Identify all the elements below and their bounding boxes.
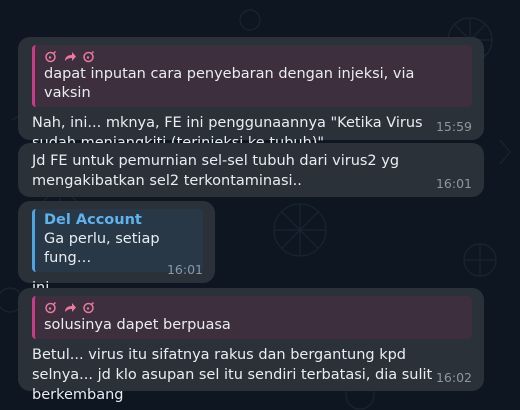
message-time: 16:02 bbox=[435, 370, 472, 385]
reply-quote[interactable]: solusinya dapet berpuasa bbox=[32, 296, 472, 339]
bomb-icon bbox=[83, 301, 95, 314]
message-bubble[interactable]: dapat inputan cara penyebaran dengan inj… bbox=[18, 37, 484, 151]
message-bubble[interactable]: solusinya dapet berpuasa Betul... virus … bbox=[18, 288, 484, 403]
message-bubble[interactable]: Jd FE untuk pemurnian sel-sel tubuh dari… bbox=[18, 143, 484, 197]
reply-quote-icons bbox=[44, 47, 464, 65]
reply-quote-icons bbox=[44, 298, 464, 316]
bomb-icon bbox=[83, 50, 95, 63]
bomb-icon bbox=[45, 301, 57, 314]
bomb-icon bbox=[45, 50, 57, 63]
reply-quote[interactable]: dapat inputan cara penyebaran dengan inj… bbox=[32, 45, 472, 107]
forward-arrow-icon bbox=[65, 52, 76, 61]
message-time: 15:59 bbox=[435, 119, 472, 134]
reply-quote-text: dapat inputan cara penyebaran dengan inj… bbox=[44, 66, 415, 101]
message-bubble[interactable]: Del Account Ga perlu, setiap fung… ini..… bbox=[18, 201, 215, 296]
message-time: 16:01 bbox=[435, 176, 472, 191]
message-time: 16:01 bbox=[166, 262, 203, 277]
message-text: Jd FE untuk pemurnian sel-sel tubuh dari… bbox=[32, 153, 404, 189]
message-text: Betul... virus itu sifatnya rakus dan be… bbox=[32, 347, 437, 403]
reply-quote-text: solusinya dapet berpuasa bbox=[44, 317, 231, 333]
forward-arrow-icon bbox=[65, 303, 76, 312]
reply-quote-sender: Del Account bbox=[44, 212, 142, 228]
